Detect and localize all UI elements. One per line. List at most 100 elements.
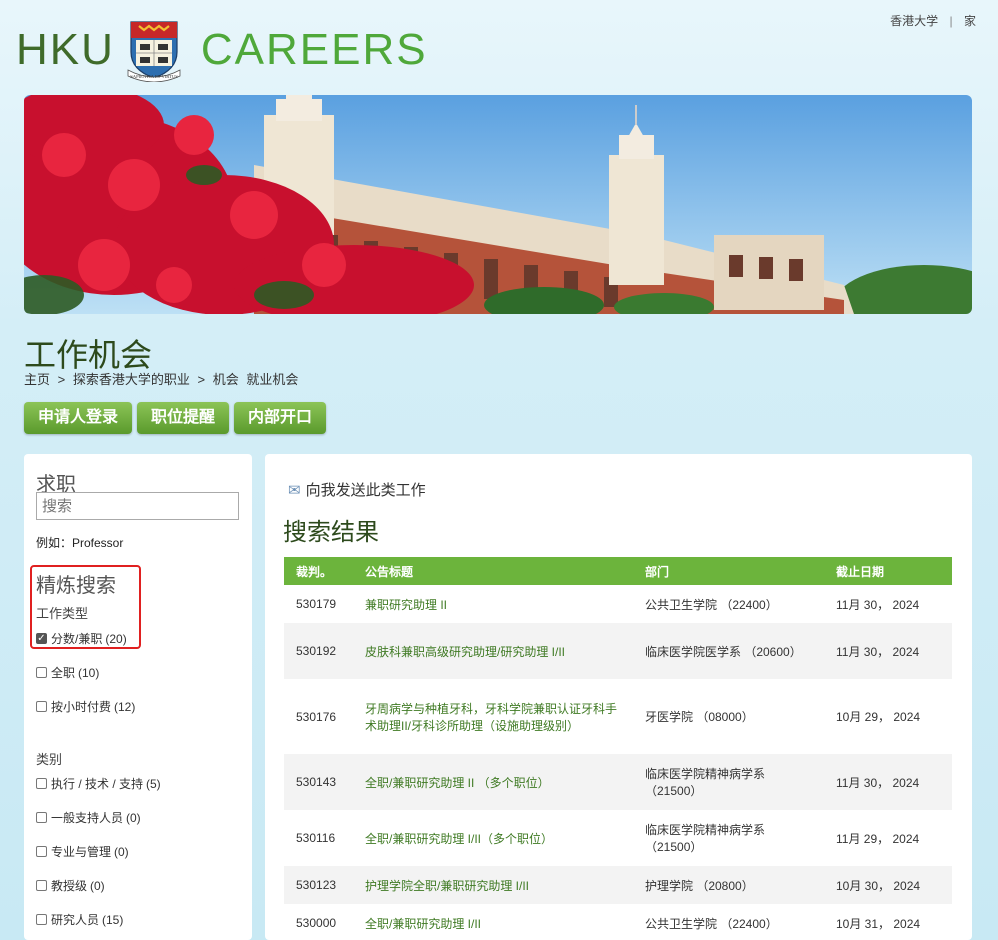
table-row: 530123 护理学院全职/兼职研究助理 I/II 护理学院 （20800） 1… [284, 866, 952, 904]
cell-deadline: 10月 30， 2024 [824, 866, 952, 904]
campus-banner-image [24, 95, 972, 314]
cell-deadline: 11月 29， 2024 [824, 810, 952, 866]
filter-category-executive[interactable]: 执行 / 技术 / 支持 (5) [36, 775, 161, 792]
cell-ref: 530192 [284, 623, 353, 679]
filter-label: 研究人员 [51, 913, 100, 927]
breadcrumb-explore[interactable]: 探索香港大学的职业 [73, 372, 190, 387]
filter-label: 按小时付费 [51, 700, 112, 714]
search-sidebar: 求职 例如：Professor 精炼搜索 工作类型 ✓ 分数/兼职 (20) 全… [24, 454, 252, 940]
search-example: 例如：Professor [36, 536, 124, 550]
breadcrumb-sep: > [57, 372, 66, 387]
breadcrumb-opportunities[interactable]: 机会 [213, 372, 239, 387]
cell-ref: 530123 [284, 866, 353, 904]
job-title-link[interactable]: 全职/兼职研究助理 I/II（多个职位） [353, 810, 633, 866]
filter-category-professoriate[interactable]: 教授级 (0) [36, 877, 105, 894]
search-input[interactable] [36, 492, 239, 520]
category-title: 类别 [36, 752, 63, 767]
table-row: 530192 皮肤科兼职高级研究助理/研究助理 I/II 临床医学院医学系 （2… [284, 623, 952, 679]
cell-department: 护理学院 （20800） [633, 866, 824, 904]
checkbox[interactable] [36, 812, 47, 823]
checkbox-checked[interactable]: ✓ [36, 633, 47, 644]
cell-department: 公共卫生学院 （22400） [633, 904, 824, 940]
cell-department: 临床医学院精神病学系 （21500） [633, 810, 824, 866]
column-header-deadline[interactable]: 截止日期 [824, 557, 952, 585]
table-row: 530000 全职/兼职研究助理 I/II 公共卫生学院 （22400） 10月… [284, 904, 952, 940]
cell-deadline: 11月 30， 2024 [824, 585, 952, 623]
hku-careers-logo[interactable]: HKU SAPIENTIA ET VIRTUS CAREERS [16, 18, 428, 82]
filter-count: (0) [90, 878, 105, 893]
email-me-jobs-link[interactable]: ✉ 向我发送此类工作 [288, 479, 426, 500]
cell-department: 临床医学院精神病学系 （21500） [633, 754, 824, 810]
table-row: 530176 牙周病学与种植牙科，牙科学院兼职认证牙科手术助理II/牙科诊所助理… [284, 679, 952, 754]
cell-deadline: 10月 31， 2024 [824, 904, 952, 940]
job-title-link[interactable]: 全职/兼职研究助理 II （多个职位） [353, 754, 633, 810]
cell-deadline: 10月 29， 2024 [824, 679, 952, 754]
hku-crest-icon: SAPIENTIA ET VIRTUS [127, 21, 181, 82]
applicant-login-button[interactable]: 申请人登录 [24, 402, 133, 434]
table-row: 530143 全职/兼职研究助理 II （多个职位） 临床医学院精神病学系 （2… [284, 754, 952, 810]
internal-openings-button[interactable]: 内部开口 [234, 402, 327, 434]
checkbox[interactable] [36, 667, 47, 678]
logo-hku-text: HKU [16, 25, 115, 74]
column-header-title[interactable]: 公告标题 [353, 557, 633, 585]
filter-label: 教授级 [51, 879, 88, 893]
table-row: 530116 全职/兼职研究助理 I/II（多个职位） 临床医学院精神病学系 （… [284, 810, 952, 866]
cell-deadline: 11月 30， 2024 [824, 754, 952, 810]
job-title-link[interactable]: 兼职研究助理 II [353, 585, 633, 623]
envelope-icon: ✉ [288, 481, 301, 499]
hku-link[interactable]: 香港大学 [890, 14, 938, 28]
home-link[interactable]: 家 [964, 14, 976, 28]
refine-search-title: 精炼搜索 [36, 575, 116, 597]
search-results-title: 搜索结果 [283, 519, 379, 546]
filter-category-research[interactable]: 研究人员 (15) [36, 911, 123, 928]
cell-ref: 530176 [284, 679, 353, 754]
breadcrumb-sep: > [197, 372, 206, 387]
cell-department: 牙医学院 （08000） [633, 679, 824, 754]
filter-count: (20) [105, 631, 127, 646]
job-title-link[interactable]: 皮肤科兼职高级研究助理/研究助理 I/II [353, 623, 633, 679]
breadcrumb-current: 就业机会 [246, 372, 299, 387]
filter-job-type-full-time[interactable]: 全职 (10) [36, 664, 99, 681]
top-links: 香港大学 | 家 [886, 12, 980, 29]
filter-count: (0) [114, 844, 129, 859]
filter-count: (15) [102, 912, 124, 927]
filter-count: (12) [114, 699, 136, 714]
filter-label: 执行 / 技术 / 支持 [51, 777, 144, 791]
filter-job-type-hourly[interactable]: 按小时付费 (12) [36, 698, 135, 715]
filter-label: 分数/兼职 [51, 632, 103, 646]
job-type-title: 工作类型 [36, 606, 89, 621]
column-header-department[interactable]: 部门 [633, 557, 824, 585]
svg-text:SAPIENTIA ET VIRTUS: SAPIENTIA ET VIRTUS [130, 74, 178, 79]
cell-ref: 530179 [284, 585, 353, 623]
filter-label: 专业与管理 [51, 845, 112, 859]
logo-careers-text: CAREERS [200, 25, 428, 74]
breadcrumb: 主页 > 探索香港大学的职业 > 机会 就业机会 [24, 369, 302, 388]
filter-category-general-support[interactable]: 一般支持人员 (0) [36, 809, 141, 826]
results-panel: ✉ 向我发送此类工作 搜索结果 裁判。 公告标题 部门 截止日期 530179 … [265, 454, 972, 940]
checkbox[interactable] [36, 846, 47, 857]
cell-deadline: 11月 30， 2024 [824, 623, 952, 679]
checkbox[interactable] [36, 778, 47, 789]
top-tabs: 申请人登录 职位提醒 内部开口 [24, 402, 327, 434]
filter-count: (10) [78, 665, 100, 680]
email-link-label: 向我发送此类工作 [305, 482, 426, 499]
jobs-table: 裁判。 公告标题 部门 截止日期 530179 兼职研究助理 II 公共卫生学院… [284, 557, 952, 940]
filter-category-professional[interactable]: 专业与管理 (0) [36, 843, 129, 860]
filter-job-type-part-time[interactable]: ✓ 分数/兼职 (20) [36, 630, 127, 647]
checkbox[interactable] [36, 880, 47, 891]
cell-department: 公共卫生学院 （22400） [633, 585, 824, 623]
job-alerts-button[interactable]: 职位提醒 [137, 402, 230, 434]
job-title-link[interactable]: 全职/兼职研究助理 I/II [353, 904, 633, 940]
checkbox[interactable] [36, 701, 47, 712]
cell-ref: 530116 [284, 810, 353, 866]
breadcrumb-home[interactable]: 主页 [24, 372, 50, 387]
filter-count: (0) [126, 810, 141, 825]
job-title-link[interactable]: 牙周病学与种植牙科，牙科学院兼职认证牙科手术助理II/牙科诊所助理（设施助理级别… [353, 679, 633, 754]
column-header-ref[interactable]: 裁判。 [284, 557, 353, 585]
checkbox[interactable] [36, 914, 47, 925]
cell-ref: 530000 [284, 904, 353, 940]
cell-ref: 530143 [284, 754, 353, 810]
job-title-link[interactable]: 护理学院全职/兼职研究助理 I/II [353, 866, 633, 904]
filter-count: (5) [146, 776, 161, 791]
filter-label: 全职 [51, 666, 76, 680]
